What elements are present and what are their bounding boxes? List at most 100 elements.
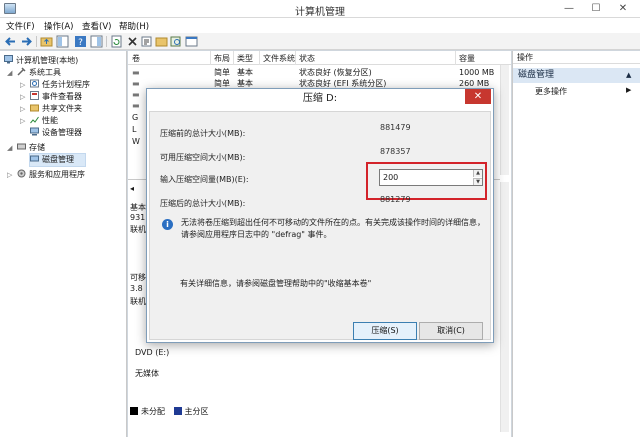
menu-help[interactable]: 帮助(H) xyxy=(119,20,149,32)
layout-cell: 简单 xyxy=(214,68,230,77)
tree-item-system-tools[interactable]: 系统工具 xyxy=(17,67,61,79)
column-header-capacity[interactable]: 容量 xyxy=(459,53,475,64)
shrink-amount-stepper[interactable]: 200 ▲ ▼ xyxy=(379,169,483,186)
tree-label: 存储 xyxy=(29,143,45,152)
legend-primary: 主分区 xyxy=(184,407,209,416)
dvd-drive-label: DVD (E:) xyxy=(135,348,170,357)
expand-arrow-icon[interactable]: ▷ xyxy=(20,117,25,125)
menu-bar: 文件(F) 操作(A) 查看(V) 帮助(H) xyxy=(0,18,640,33)
info-icon: i xyxy=(162,219,173,230)
column-divider[interactable] xyxy=(210,51,211,65)
storage-icon xyxy=(17,143,26,150)
dialog-body: 压缩前的总计大小(MB): 881479 可用压缩空间大小(MB): 87835… xyxy=(149,111,491,340)
shrink-amount-value: 200 xyxy=(383,173,399,182)
table-row[interactable]: ▬ 简单 基本 状态良好 (恢复分区) 1000 MB xyxy=(128,67,511,78)
disk-management-icon xyxy=(30,155,39,162)
column-header-type[interactable]: 类型 xyxy=(237,53,253,64)
close-window-button[interactable]: ✕ xyxy=(610,0,636,17)
more-actions-link[interactable]: 更多操作 xyxy=(535,86,567,97)
task-scheduler-icon xyxy=(30,79,39,88)
tree-item-shared-folders[interactable]: 共享文件夹 xyxy=(30,103,82,115)
primary-swatch xyxy=(173,407,182,415)
dialog-title: 压缩 D: xyxy=(147,89,493,109)
legend-unallocated: 未分配 xyxy=(141,407,165,416)
view-icon[interactable] xyxy=(90,35,103,48)
volume-prefix: L xyxy=(132,125,137,134)
show-hide-tree-icon[interactable] xyxy=(56,35,69,48)
tree-label: 设备管理器 xyxy=(42,128,82,137)
collapse-arrow-icon[interactable]: ◢ xyxy=(7,69,12,77)
column-divider[interactable] xyxy=(295,51,296,65)
shrink-button[interactable]: 压缩(S) xyxy=(353,322,417,340)
expand-arrow-icon[interactable]: ▷ xyxy=(7,171,12,179)
event-viewer-icon xyxy=(30,91,39,100)
new-window-icon[interactable] xyxy=(185,35,198,48)
collapse-arrow-icon[interactable]: ◢ xyxy=(7,144,12,152)
dialog-close-button[interactable]: ✕ xyxy=(465,89,491,104)
actions-pane: 操作 磁盘管理 ▲ 更多操作 ▶ xyxy=(512,51,640,437)
expand-arrow-icon[interactable]: ▷ xyxy=(20,93,25,101)
device-manager-icon xyxy=(30,127,39,136)
tree-item-device-manager[interactable]: 设备管理器 xyxy=(30,127,82,139)
column-header-status[interactable]: 状态 xyxy=(299,53,315,64)
maximize-button[interactable]: ☐ xyxy=(583,0,609,17)
toolbar-separator xyxy=(106,36,107,47)
find-icon[interactable] xyxy=(170,35,183,48)
minimize-button[interactable]: — xyxy=(556,0,582,17)
tree-label: 任务计划程序 xyxy=(42,80,90,89)
more-info-text: 有关详细信息，请参阅磁盘管理帮助中的"收缩基本卷" xyxy=(180,279,372,288)
tree-label: 系统工具 xyxy=(29,68,61,77)
spin-down-icon[interactable]: ▼ xyxy=(473,178,482,185)
collapse-up-icon[interactable]: ▲ xyxy=(626,68,631,83)
menu-view[interactable]: 查看(V) xyxy=(82,20,111,32)
dvd-no-media: 无媒体 xyxy=(135,369,159,378)
column-header-filesystem[interactable]: 文件系统 xyxy=(263,53,295,64)
computer-management-icon xyxy=(4,55,13,64)
tree-label: 事件查看器 xyxy=(42,92,82,101)
menu-action[interactable]: 操作(A) xyxy=(44,20,73,32)
properties-icon[interactable] xyxy=(140,35,153,48)
tree-item-event-viewer[interactable]: 事件查看器 xyxy=(30,91,82,103)
volume-table-header: 卷 布局 类型 文件系统 状态 容量 xyxy=(128,51,511,65)
actions-section-disk-management[interactable]: 磁盘管理 ▲ xyxy=(513,68,640,83)
tree-item-storage[interactable]: 存储 xyxy=(17,142,45,154)
disk-view-scrollbar[interactable] xyxy=(500,182,509,432)
back-arrow-icon[interactable] xyxy=(4,35,17,48)
expand-arrow-icon[interactable]: ▷ xyxy=(20,81,25,89)
tree-label: 计算机管理(本地) xyxy=(16,56,79,65)
type-cell: 基本 xyxy=(237,68,253,77)
help-icon[interactable]: ? xyxy=(74,35,87,48)
svg-text:?: ? xyxy=(78,38,83,48)
column-divider[interactable] xyxy=(233,51,234,65)
column-header-layout[interactable]: 布局 xyxy=(214,53,230,64)
tree-item-task-scheduler[interactable]: 任务计划程序 xyxy=(30,79,90,91)
delete-icon[interactable] xyxy=(126,35,139,48)
actions-header: 操作 xyxy=(513,51,640,64)
tree-item-root[interactable]: 计算机管理(本地) xyxy=(4,55,78,67)
expand-arrow-icon[interactable]: ▷ xyxy=(20,105,25,113)
column-divider[interactable] xyxy=(455,51,456,65)
tools-icon xyxy=(17,67,26,76)
volume-prefix: G xyxy=(132,113,139,122)
volume-prefix: W xyxy=(132,137,140,146)
spin-up-icon[interactable]: ▲ xyxy=(473,170,482,177)
cancel-button[interactable]: 取消(C) xyxy=(419,322,483,340)
refresh-icon[interactable] xyxy=(110,35,123,48)
total-before-label: 压缩前的总计大小(MB): xyxy=(160,129,246,138)
available-space-label: 可用压缩空间大小(MB): xyxy=(160,153,246,162)
status-cell: 状态良好 (恢复分区) xyxy=(299,68,372,77)
menu-file[interactable]: 文件(F) xyxy=(6,20,35,32)
more-actions-arrow-icon[interactable]: ▶ xyxy=(626,86,631,94)
column-header-volume[interactable]: 卷 xyxy=(132,53,140,64)
column-divider[interactable] xyxy=(259,51,260,65)
tree-item-services-apps[interactable]: 服务和应用程序 xyxy=(17,169,85,181)
tree-label: 服务和应用程序 xyxy=(29,170,85,179)
tree-item-performance[interactable]: 性能 xyxy=(30,115,58,127)
open-folder-icon[interactable] xyxy=(155,35,168,48)
forward-arrow-icon[interactable] xyxy=(20,35,33,48)
volume-list-scrollbar[interactable] xyxy=(500,65,509,175)
up-folder-icon[interactable] xyxy=(40,35,53,48)
tree-item-disk-management[interactable]: 磁盘管理 xyxy=(29,153,86,167)
volume-icon: ▬ xyxy=(132,68,140,77)
navigation-tree: 计算机管理(本地) ◢ 系统工具 ▷ 任务计划程序 ▷ 事件查看器 ▷ 共享文件… xyxy=(0,51,127,437)
